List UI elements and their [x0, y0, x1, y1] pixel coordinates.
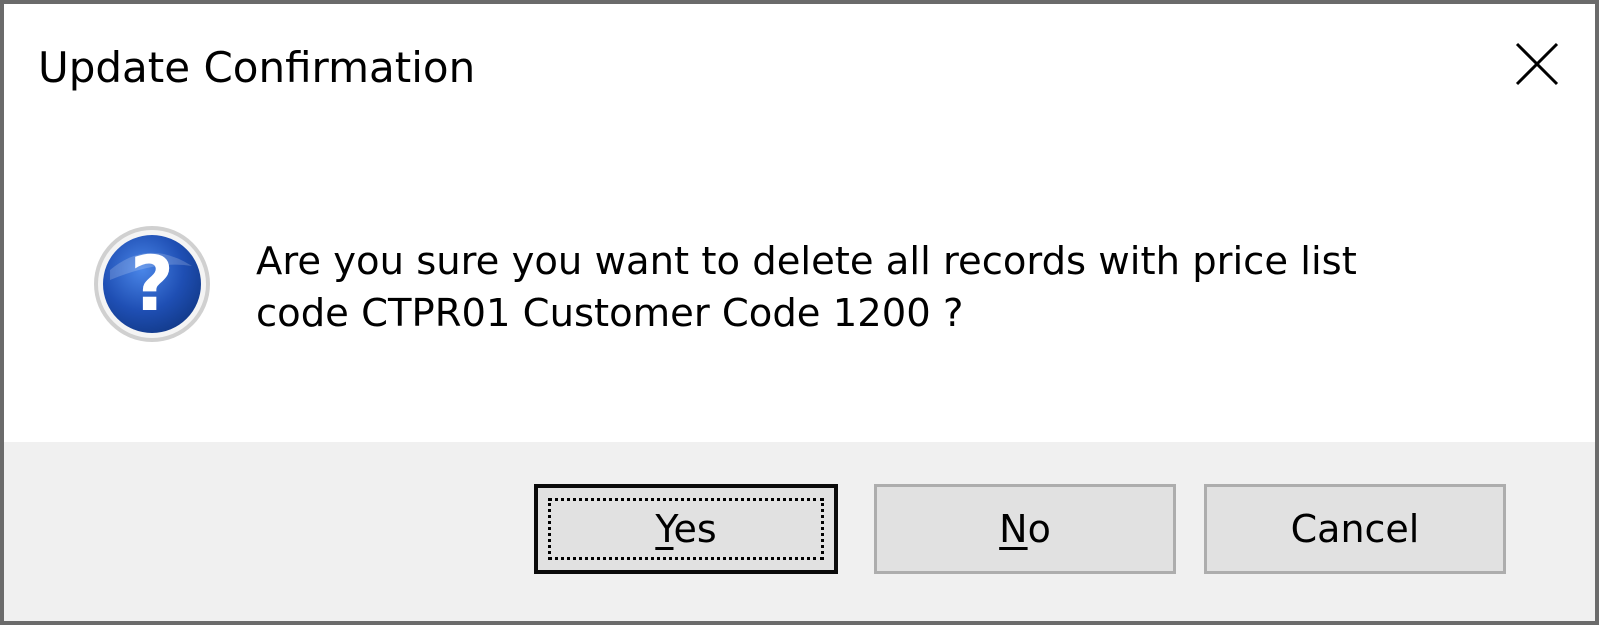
dialog-content: ? Are you sure you want to delete all re…: [4, 128, 1595, 442]
yes-button[interactable]: Yes: [534, 484, 838, 574]
confirmation-message: Are you sure you want to delete all reco…: [256, 239, 1357, 336]
update-confirmation-dialog: Update Confirmation ? Are you sure you w…: [0, 0, 1599, 625]
question-icon: ?: [94, 226, 210, 342]
cancel-button-label: Cancel: [1290, 507, 1420, 551]
dialog-title: Update Confirmation: [38, 43, 476, 92]
svg-text:?: ?: [130, 239, 174, 328]
title-bar[interactable]: Update Confirmation: [4, 4, 1595, 128]
no-button-label: No: [999, 507, 1051, 551]
button-bar: Yes No Cancel: [4, 442, 1595, 621]
cancel-button[interactable]: Cancel: [1204, 484, 1506, 574]
close-icon: [1515, 42, 1559, 86]
close-button[interactable]: [1497, 24, 1577, 104]
focus-indicator: [548, 498, 824, 560]
no-button[interactable]: No: [874, 484, 1176, 574]
